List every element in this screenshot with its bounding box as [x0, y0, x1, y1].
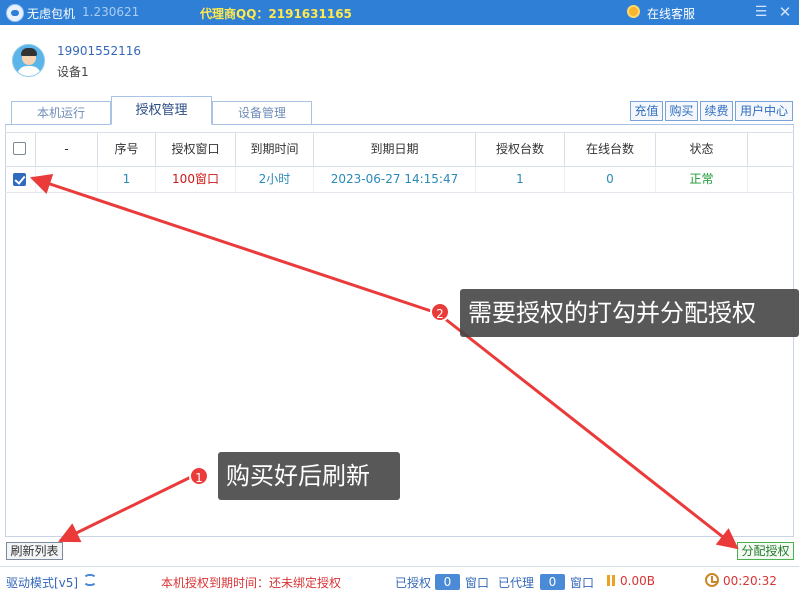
- agent-label: 已代理: [498, 576, 535, 590]
- agent-qq: 代理商QQ：2191631165: [200, 7, 352, 21]
- user-phone: 19901552116: [57, 44, 141, 58]
- headset-icon[interactable]: [627, 5, 640, 18]
- close-icon[interactable]: ✕: [776, 3, 794, 21]
- clock-icon: [705, 573, 719, 587]
- table-cell: 100窗口: [156, 167, 236, 192]
- select-all-checkbox[interactable]: [13, 142, 26, 155]
- tab-authorization-management[interactable]: 授权管理: [111, 96, 212, 125]
- select-all-cell: [5, 133, 36, 166]
- step-2-label: 需要授权的打勾并分配授权: [460, 289, 799, 337]
- speed-icon: [606, 575, 616, 586]
- table-cell: 0: [565, 167, 656, 192]
- column-header: 到期日期: [314, 133, 476, 166]
- recharge-button[interactable]: 充值: [630, 101, 663, 121]
- title-bar: 无虑包机 1.230621 代理商QQ：2191631165 在线客服 ☰ ✕: [0, 0, 799, 25]
- assign-authorization-button[interactable]: 分配授权: [737, 542, 794, 560]
- sync-icon[interactable]: [83, 574, 97, 586]
- table-cell: 1: [476, 167, 565, 192]
- device-name: 设备1: [57, 65, 89, 79]
- step-1-label: 购买好后刷新: [218, 452, 400, 500]
- authorized-count: 0: [435, 574, 460, 590]
- drive-mode[interactable]: 驱动模式[v5]: [6, 574, 78, 591]
- tab-device-management[interactable]: 设备管理: [212, 101, 312, 125]
- table-cell: 2023-06-27 14:15:47: [314, 167, 476, 192]
- table-cell: 1: [98, 167, 156, 192]
- network-speed: 0.00B: [620, 574, 655, 588]
- app-version: 1.230621: [82, 5, 140, 19]
- column-header: 在线台数: [565, 133, 656, 166]
- menu-icon[interactable]: ☰: [752, 3, 770, 21]
- status-bar: 驱动模式[v5] 本机授权到期时间：还未绑定授权 已授权 0 窗口 已代理 0 …: [0, 566, 799, 594]
- avatar: [12, 44, 45, 77]
- table-cell: [36, 167, 98, 192]
- window-unit-label: 窗口: [570, 576, 595, 590]
- column-header: -: [36, 133, 98, 166]
- user-center-button[interactable]: 用户中心: [735, 101, 793, 121]
- run-timer: 00:20:32: [723, 574, 777, 588]
- table-row[interactable]: 1 100窗口 2小时 2023-06-27 14:15:47 1 0 正常: [5, 167, 794, 193]
- online-service-link[interactable]: 在线客服: [647, 5, 695, 22]
- authorized-label: 已授权: [395, 576, 432, 590]
- local-auth-expire: 本机授权到期时间：还未绑定授权: [161, 576, 342, 590]
- renew-button[interactable]: 续费: [700, 101, 733, 121]
- table-header: - 序号 授权窗口 到期时间 到期日期 授权台数 在线台数 状态: [5, 132, 794, 167]
- column-header: 到期时间: [236, 133, 314, 166]
- status-cell: 正常: [656, 167, 748, 192]
- step-1-marker: 1: [189, 466, 209, 486]
- row-checkbox[interactable]: [13, 173, 26, 186]
- app-logo-icon: [6, 4, 24, 22]
- buy-button[interactable]: 购买: [665, 101, 698, 121]
- step-2-marker: 2: [430, 302, 450, 322]
- column-header: 序号: [98, 133, 156, 166]
- row-select-cell: [5, 167, 36, 192]
- column-header: 状态: [656, 133, 748, 166]
- column-header: 授权窗口: [156, 133, 236, 166]
- tab-local-run[interactable]: 本机运行: [11, 101, 111, 125]
- column-header: 授权台数: [476, 133, 565, 166]
- app-name: 无虑包机: [27, 7, 76, 21]
- window-unit-label: 窗口: [465, 576, 490, 590]
- agent-count: 0: [540, 574, 565, 590]
- refresh-list-button[interactable]: 刷新列表: [6, 542, 63, 560]
- table-cell: 2小时: [236, 167, 314, 192]
